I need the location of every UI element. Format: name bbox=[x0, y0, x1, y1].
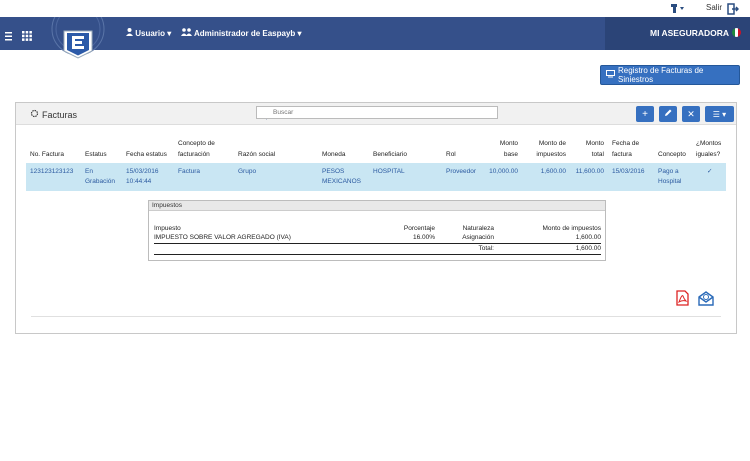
users-icon bbox=[181, 28, 194, 38]
taxes-col-monto: Monto de impuestos bbox=[542, 225, 601, 232]
close-icon: ✕ bbox=[687, 108, 695, 119]
plus-icon: + bbox=[642, 108, 648, 120]
taxes-detail-box: Impuestos Impuesto Porcentaje Naturaleza… bbox=[148, 200, 606, 261]
cell-moneda: PESOS MEXICANOS bbox=[322, 168, 362, 185]
insurer-name: MI ASEGURADORA bbox=[650, 28, 730, 38]
list-icon: ☰ ▾ bbox=[712, 109, 727, 119]
cell-estatus: En Grabación bbox=[85, 168, 115, 185]
taxes-title: Impuestos bbox=[149, 201, 605, 211]
cell-concepto: Pago a Hospital bbox=[658, 168, 682, 185]
taxes-col-porcentaje: Porcentaje bbox=[403, 225, 435, 232]
cell-monto-total: 11,600.00 bbox=[575, 168, 604, 175]
col-estatus[interactable]: Estatus bbox=[85, 151, 107, 159]
cell-fecha-estatus: 15/03/2016 10:44:44 bbox=[126, 168, 159, 185]
gear-icon bbox=[30, 109, 39, 120]
search-input[interactable] bbox=[273, 107, 493, 118]
taxes-col-naturaleza: Naturaleza bbox=[462, 225, 494, 232]
col-rol[interactable]: Rol bbox=[446, 151, 456, 159]
taxes-cell-impuesto: IMPUESTO SOBRE VALOR AGREGADO (IVA) bbox=[154, 234, 291, 241]
col-concepto[interactable]: Concepto bbox=[658, 151, 686, 159]
col-monto-total[interactable]: Monto total bbox=[576, 140, 604, 159]
col-fecha-factura[interactable]: Fecha de factura bbox=[612, 140, 639, 159]
cell-monto-base: 10,000.00 bbox=[489, 168, 518, 175]
taxes-cell-monto: 1,600.00 bbox=[575, 234, 601, 241]
taxes-total-label: Total: bbox=[478, 245, 494, 252]
options-menu-button[interactable]: ☰ ▾ bbox=[705, 106, 734, 122]
main-navbar: Usuario ▾ Administrador de Easpayb ▾ MI … bbox=[0, 2, 750, 59]
register-button-label: Registro de Facturas de Siniestros bbox=[618, 66, 704, 84]
add-button[interactable]: + bbox=[636, 106, 654, 122]
taxes-cell-naturaleza: Asignación bbox=[462, 234, 494, 241]
cell-rol: Proveedor bbox=[446, 168, 476, 175]
cell-no-factura: 123123123123 bbox=[30, 168, 74, 175]
search-box bbox=[256, 106, 498, 119]
cell-razon-social: Grupo bbox=[238, 168, 257, 175]
monitor-icon bbox=[606, 70, 615, 80]
chevron-down-icon: ▾ bbox=[297, 29, 302, 38]
col-razon-social[interactable]: Razón social bbox=[238, 151, 275, 159]
cell-fecha-factura: 15/03/2016 bbox=[612, 168, 645, 175]
user-account-icon[interactable] bbox=[670, 3, 686, 14]
col-no-factura[interactable]: No. Factura bbox=[30, 151, 64, 159]
taxes-total-value: 1,600.00 bbox=[575, 245, 601, 252]
col-monto-impuestos[interactable]: Monto de impuestos bbox=[528, 140, 566, 159]
delete-button[interactable]: ✕ bbox=[682, 106, 700, 122]
logout-icon[interactable] bbox=[727, 2, 740, 15]
admin-menu-label: Administrador de Easpayb bbox=[193, 29, 296, 38]
taxes-col-impuesto: Impuesto bbox=[154, 225, 181, 232]
menu-icon[interactable] bbox=[5, 28, 13, 41]
panel-header: Facturas + ✕ ☰ ▾ bbox=[16, 103, 736, 125]
cell-monto-impuestos: 1,600.00 bbox=[540, 168, 566, 175]
taxes-bottom-divider bbox=[154, 254, 601, 255]
register-invoices-button[interactable]: Registro de Facturas de Siniestros bbox=[600, 65, 740, 85]
taxes-cell-porcentaje: 16.00% bbox=[412, 234, 435, 241]
col-fecha-estatus[interactable]: Fecha estatus bbox=[126, 151, 167, 159]
panel-divider bbox=[31, 316, 721, 317]
logout-link[interactable]: Salir bbox=[706, 3, 722, 12]
col-concepto-facturacion[interactable]: Concepto de facturación bbox=[178, 140, 215, 159]
chevron-down-icon: ▾ bbox=[167, 29, 172, 38]
user-menu-label: Usuario bbox=[135, 29, 166, 38]
user-icon bbox=[126, 28, 135, 38]
panel-title-text: Facturas bbox=[42, 109, 78, 120]
top-utility-bar: Salir bbox=[0, 0, 750, 17]
check-icon: ✓ bbox=[707, 168, 713, 175]
admin-menu[interactable]: Administrador de Easpayb ▾ bbox=[181, 28, 302, 38]
edit-button[interactable] bbox=[659, 106, 677, 122]
pdf-icon[interactable] bbox=[676, 290, 689, 306]
apps-icon[interactable] bbox=[22, 28, 32, 41]
taxes-divider bbox=[154, 243, 601, 244]
panel-title: Facturas bbox=[30, 109, 77, 120]
col-beneficiario[interactable]: Beneficiario bbox=[373, 151, 407, 159]
cell-concepto-facturacion: Factura bbox=[178, 168, 201, 175]
user-menu[interactable]: Usuario ▾ bbox=[126, 28, 171, 38]
invoices-table-header: No. Factura Estatus Fecha estatus Concep… bbox=[16, 137, 736, 163]
table-row[interactable]: 123123123123 En Grabación 15/03/2016 10:… bbox=[26, 163, 726, 191]
mail-icon[interactable] bbox=[698, 290, 714, 306]
brand-logo[interactable] bbox=[48, 2, 108, 61]
col-monto-base[interactable]: Monto base bbox=[490, 140, 518, 159]
edit-icon bbox=[664, 109, 672, 120]
flag-icon bbox=[732, 28, 741, 37]
col-montos-iguales[interactable]: ¿Montos iguales? bbox=[696, 140, 721, 159]
col-moneda[interactable]: Moneda bbox=[322, 151, 346, 159]
cell-beneficiario: HOSPITAL bbox=[373, 168, 405, 175]
invoices-panel: Facturas + ✕ ☰ ▾ No. Factura Estatus Fec… bbox=[15, 102, 737, 334]
